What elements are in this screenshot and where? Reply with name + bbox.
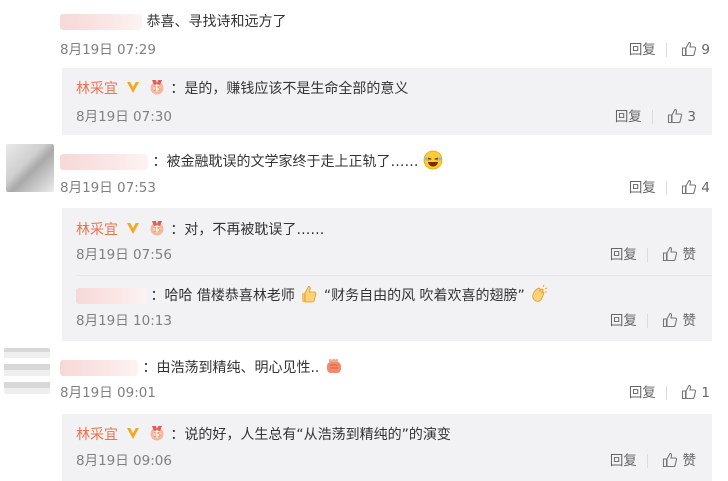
medal-icon: 15 [150,426,164,441]
reply-text: ：是的，赚钱应该不是生命全部的意义 [170,81,409,97]
svg-text:15: 15 [153,431,161,438]
svg-text:15: 15 [153,226,161,233]
reply-button[interactable]: 回复 [610,247,637,263]
author-name[interactable]: 林采宜 [76,81,118,97]
blurred-username[interactable] [60,154,148,170]
reply-button[interactable]: 回复 [615,109,642,125]
reply-button[interactable]: 回复 [629,180,656,196]
author-name[interactable]: 林采宜 [76,427,118,443]
like-label: 赞 [682,453,697,469]
blurred-username[interactable] [76,288,146,304]
like-button[interactable]: 赞 [662,312,697,329]
reply-text-part2: “财务自由的风 吹着欢喜的翅膀” [323,288,525,304]
reply-button[interactable]: 回复 [629,385,656,401]
reply-button[interactable]: 回复 [610,453,637,469]
like-count: 3 [687,109,696,125]
avatar[interactable] [4,348,50,394]
reply-2a: 林采宜 15 ：对，不再被耽误了…… [76,219,324,240]
verified-v-icon [127,428,140,439]
svg-text:15: 15 [153,85,161,92]
reply-time: 8月19日 09:06 [76,453,172,469]
blurred-username[interactable] [60,360,138,376]
like-button[interactable]: 3 [667,108,696,125]
fist-emoji [326,358,341,373]
reply-button[interactable]: 回复 [629,42,656,58]
blurred-username[interactable] [60,14,142,30]
comment-time: 8月19日 09:01 [60,385,156,401]
like-button[interactable]: 1 [681,384,710,401]
reply-2b: ：哈哈 借楼恭喜林老师 “财务自由的风 吹着欢喜的翅膀” [76,284,549,306]
reply-time: 8月19日 07:56 [76,247,172,263]
thumbs-up-icon [682,41,697,57]
like-button[interactable]: 赞 [662,246,697,263]
medal-icon: 15 [150,80,164,95]
avatar[interactable] [6,144,54,192]
like-label: 赞 [682,247,697,263]
reply-time: 8月19日 10:13 [76,313,172,329]
thumbs-up-icon [663,312,678,328]
comment-text: ：由浩荡到精纯、明心见性.. [142,360,320,376]
reply-text-part1: ：哈哈 借楼恭喜林老师 [150,288,295,304]
verified-v-icon [127,223,140,234]
like-button[interactable]: 9 [681,41,710,58]
laughing-emoji [423,150,443,170]
medal-icon: 15 [150,221,164,236]
reply-text: ：说的好，人生总有“从浩荡到精纯的”的演变 [170,427,451,443]
thumbs-up-icon [668,108,683,124]
like-count: 4 [701,180,710,196]
clap-emoji [532,284,548,302]
comment-time: 8月19日 07:29 [60,42,156,58]
like-label: 赞 [682,313,697,329]
comment-text: ：被金融耽误的文学家终于走上正轨了…… [152,154,419,170]
divider [76,275,712,276]
thumbs-up-icon [663,246,678,262]
reply-3: 林采宜 15 ：说的好，人生总有“从浩荡到精纯的”的演变 8月19日 09:06… [62,414,712,481]
like-count: 1 [701,385,710,401]
thumbs-up-icon [682,179,697,195]
reply-time: 8月19日 07:30 [76,109,172,125]
thumbs-up-icon [682,384,697,400]
reply-button[interactable]: 回复 [610,313,637,329]
reply-1: 林采宜 15 ：是的，赚钱应该不是生命全部的意义 8月19日 07:30 回复 … [62,68,712,135]
like-count: 9 [701,42,710,58]
author-name[interactable]: 林采宜 [76,222,118,238]
reply-group-2: 林采宜 15 ：对，不再被耽误了…… 8月19日 07:56 回复 赞 ：哈哈 … [62,208,712,341]
verified-v-icon [127,82,140,93]
thumbs-up-icon [663,452,678,468]
comment-time: 8月19日 07:53 [60,180,156,196]
comment-text: 恭喜、寻找诗和远方了 [146,14,287,30]
reply-text: ：对，不再被耽误了…… [170,222,325,238]
thumbs-up-emoji [302,286,317,303]
like-button[interactable]: 赞 [662,452,697,469]
like-button[interactable]: 4 [681,179,710,196]
